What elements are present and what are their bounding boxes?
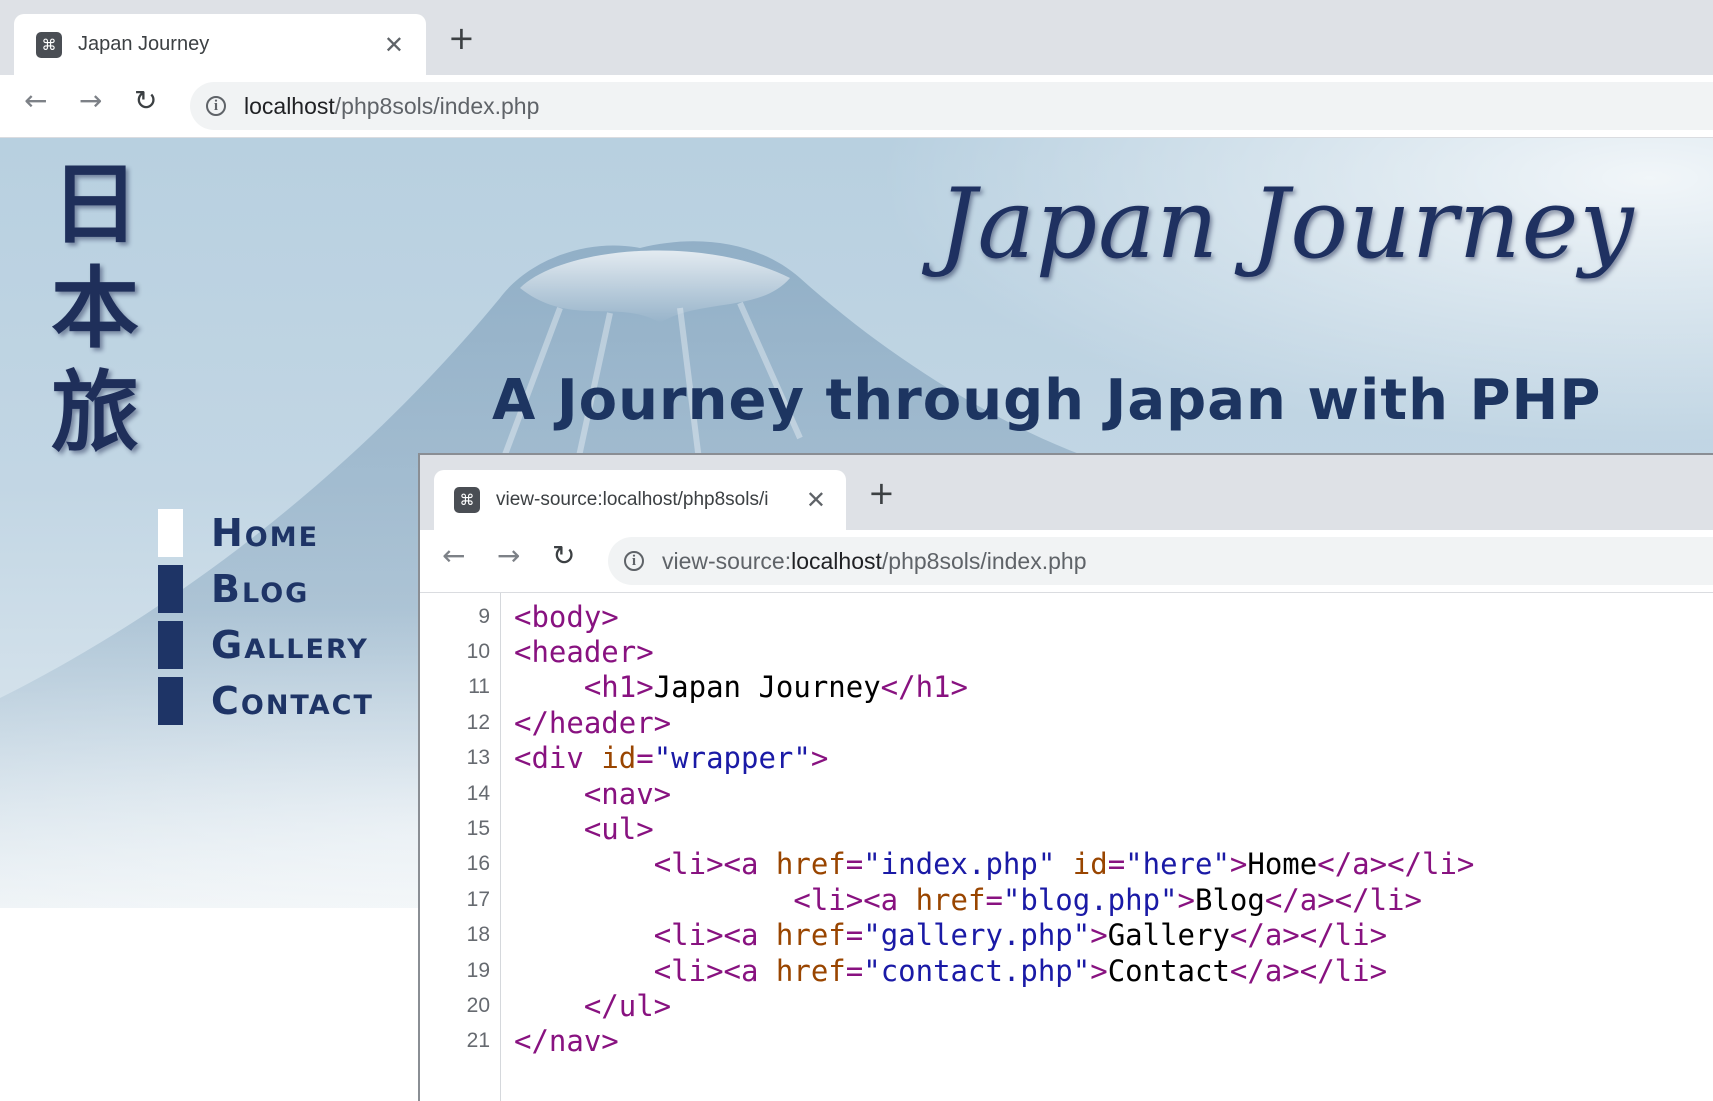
source-code-text: <header> — [514, 634, 654, 669]
nav-link-gallery[interactable]: Gallery — [211, 623, 369, 667]
source-tab-title: view-source:localhost/php8sols/i — [496, 489, 769, 510]
info-icon[interactable]: i — [624, 551, 644, 571]
nav-marker — [158, 677, 183, 725]
back-arrow-icon[interactable]: ← — [24, 87, 47, 115]
line-number: 10 — [466, 639, 490, 663]
nav-marker — [158, 565, 183, 613]
address-bar[interactable]: i localhost/php8sols/index.php — [190, 82, 1713, 130]
forward-arrow-icon[interactable]: → — [79, 87, 102, 115]
source-code-text: <li><a href="gallery.php">Gallery</a></l… — [653, 918, 1388, 953]
tab-view-source[interactable]: ⌘ view-source:localhost/php8sols/i ✕ — [434, 470, 846, 530]
reload-icon[interactable]: ↻ — [134, 87, 157, 115]
source-code-text: <h1>Japan Journey</h1> — [583, 670, 968, 705]
source-line: 13 <div id="wrapper"> — [420, 739, 1713, 778]
back-arrow-icon[interactable]: ← — [442, 542, 465, 570]
line-number: 17 — [466, 887, 490, 911]
source-line: 16 <li><a href="index.php" id="here">Hom… — [420, 845, 1713, 884]
source-code-text: <li><a href="blog.php">Blog</a></li> — [793, 882, 1422, 917]
source-code-text: </ul> — [583, 988, 672, 1023]
tab-title: Japan Journey — [78, 33, 210, 55]
source-line: 15 <ul> — [420, 809, 1713, 848]
new-tab-button[interactable]: + — [868, 477, 895, 509]
url-text[interactable]: localhost/php8sols/index.php — [244, 93, 539, 120]
source-code-text: <nav> — [583, 776, 672, 811]
source-line: 21 </nav> — [420, 1022, 1713, 1061]
site-tagline: A Journey through Japan with PHP — [492, 368, 1602, 433]
tab-japan-journey[interactable]: ⌘ Japan Journey ✕ — [14, 14, 426, 75]
nav-link-home[interactable]: Home — [211, 511, 319, 555]
kanji-char-2: 本 — [50, 256, 139, 360]
source-toolbar: ← → ↻ i view-source:localhost/php8sols/i… — [420, 530, 1713, 593]
url-host: localhost — [244, 92, 335, 119]
browser-toolbar: ← → ↻ i localhost/php8sols/index.php — [0, 75, 1713, 138]
source-code-text: </nav> — [514, 1024, 619, 1059]
source-url-text[interactable]: view-source:localhost/php8sols/index.php — [662, 548, 1087, 575]
line-number: 13 — [466, 746, 490, 770]
source-line: 12 </header> — [420, 703, 1713, 742]
url-scheme: view-source: — [662, 547, 792, 574]
nav-item-blog[interactable]: Blog — [158, 561, 374, 617]
line-number: 12 — [466, 710, 490, 734]
line-number: 19 — [466, 958, 490, 982]
source-line: 18 <li><a href="gallery.php">Gallery</a>… — [420, 916, 1713, 955]
source-line: 10 <header> — [420, 632, 1713, 671]
line-number: 16 — [466, 852, 490, 876]
source-code-text: <body> — [514, 599, 619, 634]
source-code-text: <li><a href="contact.php">Contact</a></l… — [653, 953, 1388, 988]
source-tab-strip: ⌘ view-source:localhost/php8sols/i ✕ + — [420, 455, 1713, 530]
site-title: Japan Journey — [938, 168, 1635, 280]
url-path: /php8sols/index.php — [334, 92, 540, 119]
line-number: 18 — [466, 923, 490, 947]
forward-arrow-icon[interactable]: → — [497, 542, 520, 570]
reload-icon[interactable]: ↻ — [552, 542, 575, 570]
source-line: 17 <li><a href="blog.php">Blog</a></li> — [420, 880, 1713, 919]
close-tab-icon[interactable]: ✕ — [806, 486, 826, 514]
kanji-char-1: 日 — [50, 152, 139, 256]
nav-marker-active — [158, 509, 183, 557]
url-path: /php8sols/index.php — [881, 547, 1087, 574]
source-line: 20 </ul> — [420, 986, 1713, 1025]
xampp-favicon-icon: ⌘ — [454, 487, 480, 513]
source-line: 19 <li><a href="contact.php">Contact</a>… — [420, 951, 1713, 990]
line-number: 14 — [466, 781, 490, 805]
close-tab-icon[interactable]: ✕ — [384, 31, 404, 59]
source-code-view: 9 <body> 10 <header> 11 <h1>Japan Journey</h… — [420, 593, 1713, 1101]
info-icon[interactable]: i — [206, 96, 226, 116]
kanji-logo: 日 本 旅 — [40, 152, 150, 464]
kanji-char-3: 旅 — [50, 360, 139, 464]
source-code-text: <li><a href="index.php" id="here">Home</… — [653, 847, 1475, 882]
url-host: localhost — [791, 547, 882, 574]
line-number: 9 — [478, 604, 490, 628]
line-number: 20 — [466, 993, 490, 1017]
source-address-bar[interactable]: i view-source:localhost/php8sols/index.p… — [608, 537, 1713, 585]
line-number: 15 — [466, 816, 490, 840]
nav-item-gallery[interactable]: Gallery — [158, 617, 374, 673]
source-line: 14 <nav> — [420, 774, 1713, 813]
source-code-text: <ul> — [583, 811, 654, 846]
nav-link-contact[interactable]: Contact — [211, 679, 374, 723]
xampp-favicon-icon: ⌘ — [36, 31, 62, 58]
nav-item-home[interactable]: Home — [158, 505, 374, 561]
new-tab-button[interactable]: + — [448, 22, 475, 54]
source-line: 11 <h1>Japan Journey</h1> — [420, 668, 1713, 707]
source-code-text: <div id="wrapper"> — [514, 741, 829, 776]
source-code-text: </header> — [514, 705, 672, 740]
source-line: 9 <body> — [420, 597, 1713, 636]
line-number: 21 — [466, 1029, 490, 1053]
main-nav: Home Blog Gallery Contact — [158, 505, 374, 729]
nav-marker — [158, 621, 183, 669]
line-number: 11 — [468, 675, 490, 699]
nav-item-contact[interactable]: Contact — [158, 673, 374, 729]
nav-link-blog[interactable]: Blog — [211, 567, 309, 611]
tab-strip: ⌘ Japan Journey ✕ + — [0, 0, 1713, 75]
view-source-window: ⌘ view-source:localhost/php8sols/i ✕ + ←… — [418, 453, 1713, 1101]
